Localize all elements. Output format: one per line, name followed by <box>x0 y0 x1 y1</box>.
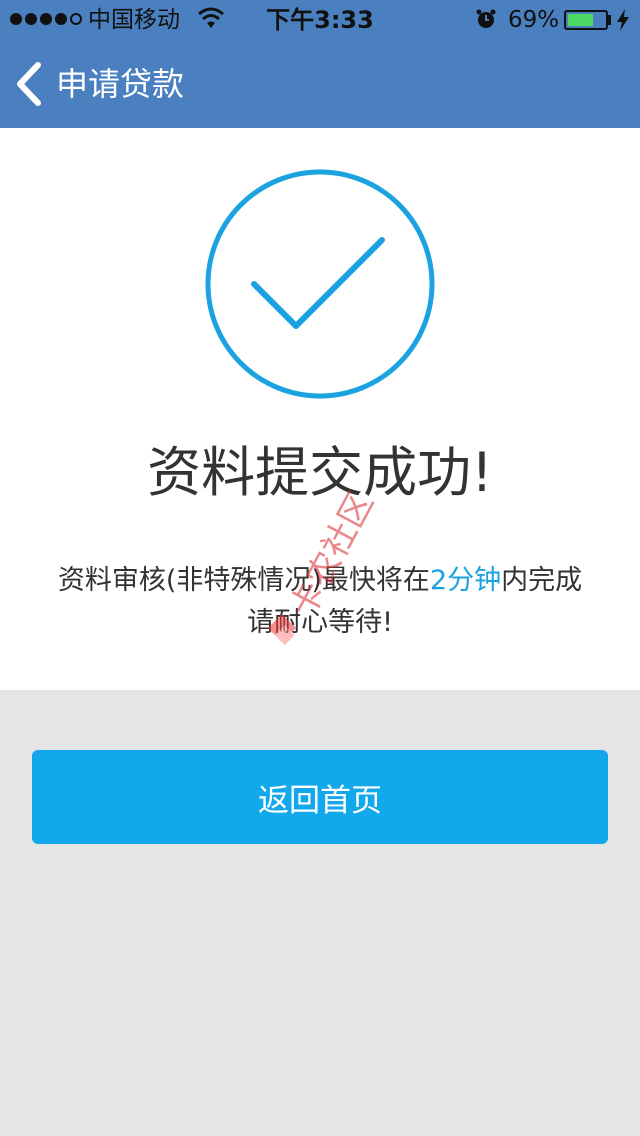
battery-tip <box>608 15 611 25</box>
chevron-left-icon[interactable] <box>14 61 44 107</box>
back-button[interactable]: 申请贷款 <box>0 40 220 128</box>
nav-bar: 申请贷款 <box>0 40 640 128</box>
battery-level-fill <box>568 14 593 26</box>
return-home-button[interactable]: 返回首页 <box>32 750 608 844</box>
battery-percent: 69% <box>508 7 560 33</box>
success-title: 资料提交成功! <box>147 441 493 504</box>
review-time-highlight: 2分钟 <box>429 565 502 596</box>
result-card: 资料提交成功! 资料审核(非特殊情况)最快将在2分钟内完成 请耐心等待! <box>0 128 640 690</box>
alarm-icon <box>476 9 496 28</box>
review-line-1-suffix: 内完成 <box>501 565 583 596</box>
review-line-1-prefix: 资料审核(非特殊情况)最快将在 <box>57 565 430 596</box>
charging-bolt-icon <box>617 9 629 31</box>
check-circle-icon <box>205 169 435 399</box>
review-description: 资料审核(非特殊情况)最快将在2分钟内完成 请耐心等待! <box>0 560 640 644</box>
review-line-2: 请耐心等待! <box>247 607 393 638</box>
page-title: 申请贷款 <box>56 65 185 103</box>
battery-icon <box>564 10 608 30</box>
status-bar: 中国移动 下午3:33 69% <box>0 0 640 40</box>
review-line-1: 资料审核(非特殊情况)最快将在2分钟内完成 <box>0 560 640 602</box>
